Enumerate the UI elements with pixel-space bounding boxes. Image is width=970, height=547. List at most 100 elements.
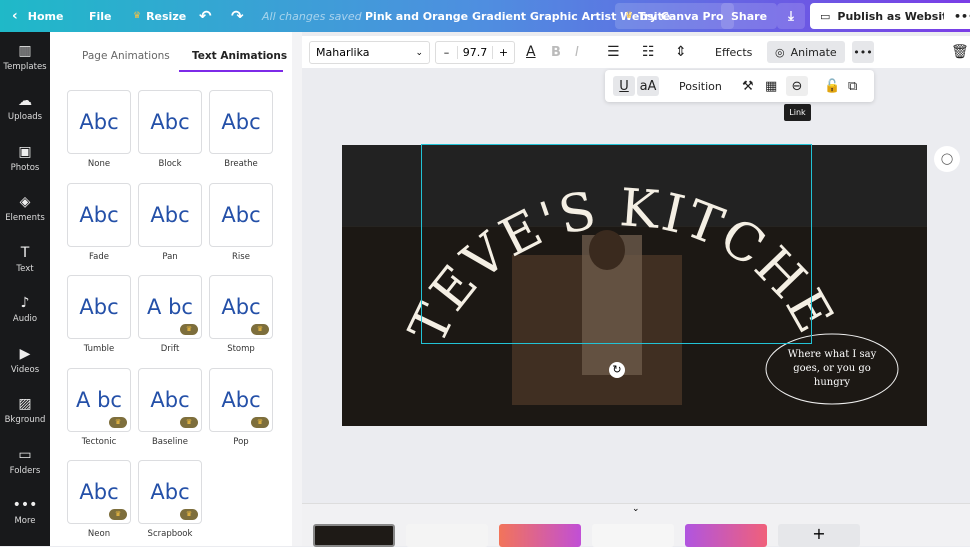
publish-label: Publish as Website	[837, 9, 955, 23]
animation-label: Rise	[232, 251, 250, 262]
sidebar-item-elements[interactable]: ◈ Elements	[0, 184, 50, 235]
increase-size-button[interactable]: +	[493, 46, 514, 59]
sidebar-item-videos[interactable]: ▶ Videos	[0, 335, 50, 386]
page-thumbnail[interactable]	[406, 524, 488, 547]
animation-preview: Abc ♛	[209, 275, 273, 339]
page-thumbnail[interactable]	[499, 524, 581, 547]
share-button[interactable]: Share	[721, 3, 778, 29]
crown-icon: ♛	[251, 324, 269, 335]
sidebar-item-photos[interactable]: ▣ Photos	[0, 133, 50, 184]
link-icon[interactable]: ⊖	[786, 76, 808, 96]
animation-option-pop[interactable]: Abc ♛ Pop	[209, 367, 273, 447]
redo-icon[interactable]: ↷	[231, 0, 244, 32]
effects-button[interactable]: Effects	[715, 36, 752, 68]
animation-label: Tumble	[83, 344, 115, 354]
animation-option-stomp[interactable]: Abc ♛ Stomp	[209, 275, 273, 354]
crown-icon: ♛	[180, 416, 198, 428]
animation-sample: Abc	[79, 202, 119, 227]
animation-preview: Abc	[209, 90, 273, 154]
underline-button[interactable]: U	[613, 76, 635, 96]
collapse-chevron-icon[interactable]: ⌄	[632, 504, 640, 514]
sidebar: ▥ Templates ☁ Uploads ▣ Photos ◈ Elements TT…	[0, 32, 50, 546]
animation-option-tectonic[interactable]: A bc ♛ Tectonic	[67, 367, 131, 447]
animation-label: Neon	[87, 529, 111, 539]
position-button[interactable]: Position	[679, 76, 722, 96]
comment-icon[interactable]: ◯	[934, 146, 960, 172]
animation-option-tumble[interactable]: Abc Tumble	[67, 275, 131, 354]
animation-option-neon[interactable]: Abc ♛ Neon	[67, 460, 131, 539]
italic-icon[interactable]: I	[575, 36, 579, 68]
sidebar-label: Videos	[10, 364, 40, 375]
sidebar-label: Folders	[9, 465, 41, 476]
animation-option-pan[interactable]: Abc Pan	[138, 182, 202, 262]
font-size-stepper[interactable]: –97.7 +	[435, 41, 515, 64]
sidebar-item-text[interactable]: T Text	[0, 234, 50, 285]
sidebar-item-folders[interactable]: ▭ Folders	[0, 436, 50, 487]
home-button[interactable]: ‹ Home	[12, 0, 63, 32]
animation-option-none[interactable]: Abc None	[67, 90, 131, 169]
animate-label: Animate	[790, 45, 837, 59]
tab-text-animations[interactable]: Text Animations	[192, 50, 287, 62]
sidebar-item-templates[interactable]: ▥ Templates	[0, 32, 50, 83]
font-size-input[interactable]: 97.7	[457, 46, 493, 59]
font-select[interactable]: Maharlika ⌄	[309, 41, 430, 64]
page-thumbnail[interactable]	[313, 524, 395, 547]
more-icon: •••	[12, 497, 38, 514]
page-thumbnail[interactable]	[685, 524, 767, 547]
trash-icon[interactable]: 🗑	[951, 36, 969, 68]
download-icon[interactable]: ⤓	[777, 3, 805, 29]
sidebar-item-uploads[interactable]: ☁ Uploads	[0, 83, 50, 134]
animation-option-rise[interactable]: Abc Rise	[209, 182, 273, 262]
panel-scrollbar[interactable]	[292, 32, 302, 546]
spacing-icon[interactable]: ⇕	[675, 36, 687, 68]
publish-website-button[interactable]: ▭ Publish as Website	[810, 3, 965, 29]
tab-page-animations[interactable]: Page Animations	[82, 50, 170, 62]
align-left-icon[interactable]: ☰	[607, 36, 620, 68]
page-thumbnail[interactable]	[592, 524, 674, 547]
crown-icon: ♛	[180, 324, 198, 335]
text-color-icon[interactable]: A	[526, 36, 536, 68]
tagline-text[interactable]: Where what I say goes, or you go hungry	[782, 348, 882, 390]
animation-option-scrapbook[interactable]: Abc ♛ Scrapbook	[138, 460, 202, 539]
try-canva-pro-button[interactable]: ♛ Try Canva Pro	[615, 3, 734, 29]
duplicate-icon[interactable]: ⧉	[848, 76, 857, 96]
animation-label: Drift	[160, 344, 180, 354]
sidebar-item-more[interactable]: ••• More	[0, 487, 50, 538]
animation-option-breathe[interactable]: Abc Breathe	[209, 90, 273, 169]
sidebar-item-background[interactable]: ▨ Bkground	[0, 386, 50, 437]
undo-icon[interactable]: ↶	[199, 0, 212, 32]
background-icon: ▨	[18, 396, 32, 413]
resize-button[interactable]: ♛ Resize	[133, 0, 186, 32]
add-page-button[interactable]: +	[778, 524, 860, 547]
animation-label: Scrapbook	[147, 529, 193, 539]
selection-box[interactable]	[421, 144, 812, 344]
sidebar-label: Templates	[3, 61, 47, 72]
animate-button[interactable]: ◎ Animate	[767, 41, 845, 63]
more-options-button[interactable]: •••	[944, 3, 970, 29]
animation-sample: Abc	[79, 480, 119, 504]
more-options-icon[interactable]: •••	[852, 41, 874, 63]
animation-sample: A bc	[76, 387, 122, 412]
animation-sample: Abc	[150, 480, 190, 504]
animation-option-fade[interactable]: Abc Fade	[67, 182, 131, 262]
photo-icon: ▣	[18, 143, 32, 160]
text-toolbar: Maharlika ⌄ –97.7 + A B I ☰ ☷ ⇕ Effects ◎ A…	[302, 36, 970, 68]
animate-icon: ◎	[775, 45, 785, 59]
bold-icon[interactable]: B	[551, 36, 561, 68]
paint-roller-icon[interactable]: ⚒	[742, 76, 754, 96]
animation-option-block[interactable]: Abc Block	[138, 90, 202, 169]
rotate-handle-icon[interactable]: ↻	[609, 362, 625, 378]
sidebar-label: Text	[16, 263, 34, 274]
lock-icon[interactable]: 🔓	[824, 76, 840, 96]
transparency-icon[interactable]: ▦	[765, 76, 777, 96]
animation-option-baseline[interactable]: Abc ♛ Baseline	[138, 367, 202, 447]
letter-case-button[interactable]: aA	[637, 76, 659, 96]
upload-icon: ☁	[18, 93, 32, 110]
decrease-size-button[interactable]: –	[436, 46, 457, 59]
templates-icon: ▥	[18, 42, 32, 59]
animation-option-drift[interactable]: A bc ♛ Drift	[138, 275, 202, 354]
animation-preview: Abc ♛	[209, 367, 273, 432]
list-icon[interactable]: ☷	[642, 36, 655, 68]
file-menu[interactable]: File	[89, 0, 112, 32]
sidebar-item-audio[interactable]: ♪ Audio	[0, 285, 50, 336]
